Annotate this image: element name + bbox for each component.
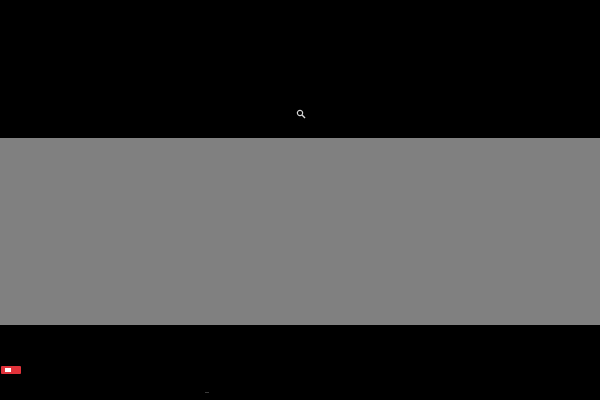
bottom-mark bbox=[205, 392, 209, 393]
magnifier-cursor-icon bbox=[296, 109, 306, 119]
bottom-black-area bbox=[0, 325, 600, 400]
record-indicator-button[interactable] bbox=[1, 366, 21, 374]
gray-content-band bbox=[0, 138, 600, 325]
record-indicator-icon bbox=[5, 368, 11, 372]
screen bbox=[0, 0, 600, 400]
top-black-area bbox=[0, 0, 600, 138]
